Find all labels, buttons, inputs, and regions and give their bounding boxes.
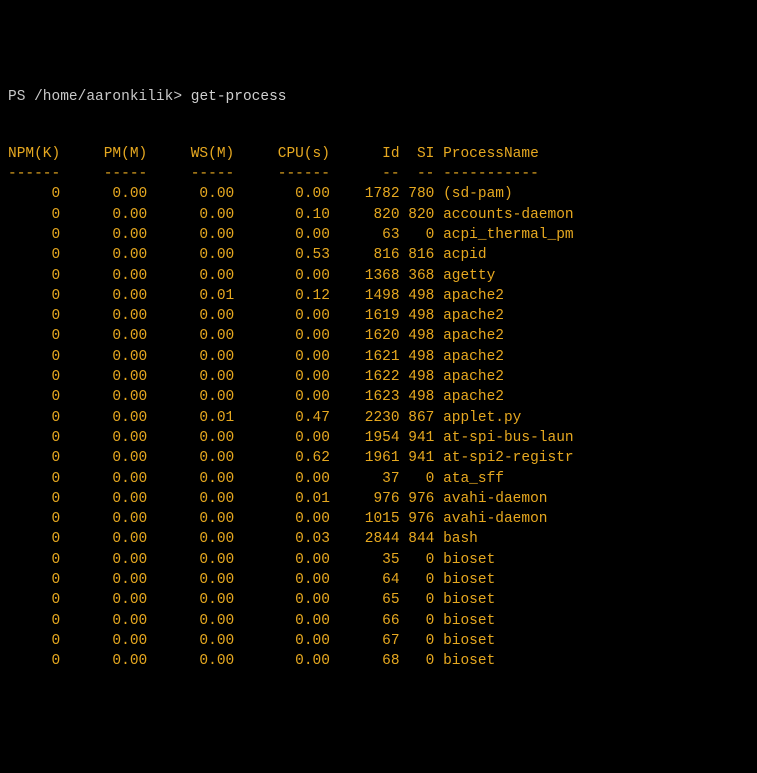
table-row: 0 0.00 0.00 0.00 63 0 acpi_thermal_pm	[8, 225, 749, 245]
table-row: 0 0.00 0.00 0.00 1954 941 at-spi-bus-lau…	[8, 428, 749, 448]
table-row: 0 0.00 0.01 0.47 2230 867 applet.py	[8, 408, 749, 428]
table-row: 0 0.00 0.00 0.00 1782 780 (sd-pam)	[8, 184, 749, 204]
table-row: 0 0.00 0.00 0.00 66 0 bioset	[8, 611, 749, 631]
prompt-line[interactable]: PS /home/aaronkilik> get-process	[8, 87, 749, 107]
table-row: 0 0.00 0.00 0.00 1015 976 avahi-daemon	[8, 509, 749, 529]
table-row: 0 0.00 0.00 0.00 64 0 bioset	[8, 570, 749, 590]
table-row: 0 0.00 0.00 0.00 1620 498 apache2	[8, 326, 749, 346]
prompt-command: get-process	[191, 89, 287, 105]
table-row: 0 0.00 0.00 0.00 1621 498 apache2	[8, 347, 749, 367]
table-row: 0 0.00 0.00 0.62 1961 941 at-spi2-regist…	[8, 448, 749, 468]
table-row: 0 0.00 0.00 0.00 1368 368 agetty	[8, 266, 749, 286]
process-table: NPM(K) PM(M) WS(M) CPU(s) Id SI ProcessN…	[8, 144, 749, 672]
prompt-ps: PS	[8, 89, 25, 105]
table-row: 0 0.00 0.00 0.00 37 0 ata_sff	[8, 469, 749, 489]
table-row: 0 0.00 0.00 0.00 1622 498 apache2	[8, 367, 749, 387]
table-row: 0 0.00 0.00 0.00 35 0 bioset	[8, 550, 749, 570]
table-separator: ------ ----- ----- ------ -- -- --------…	[8, 164, 749, 184]
table-row: 0 0.00 0.00 0.01 976 976 avahi-daemon	[8, 489, 749, 509]
table-row: 0 0.00 0.01 0.12 1498 498 apache2	[8, 286, 749, 306]
table-row: 0 0.00 0.00 0.53 816 816 acpid	[8, 245, 749, 265]
table-row: 0 0.00 0.00 0.00 65 0 bioset	[8, 590, 749, 610]
table-row: 0 0.00 0.00 0.03 2844 844 bash	[8, 529, 749, 549]
table-row: 0 0.00 0.00 0.10 820 820 accounts-daemon	[8, 205, 749, 225]
prompt-path: /home/aaronkilik>	[34, 89, 182, 105]
table-row: 0 0.00 0.00 0.00 1619 498 apache2	[8, 306, 749, 326]
table-header: NPM(K) PM(M) WS(M) CPU(s) Id SI ProcessN…	[8, 144, 749, 164]
table-row: 0 0.00 0.00 0.00 67 0 bioset	[8, 631, 749, 651]
table-row: 0 0.00 0.00 0.00 1623 498 apache2	[8, 387, 749, 407]
table-row: 0 0.00 0.00 0.00 68 0 bioset	[8, 651, 749, 671]
